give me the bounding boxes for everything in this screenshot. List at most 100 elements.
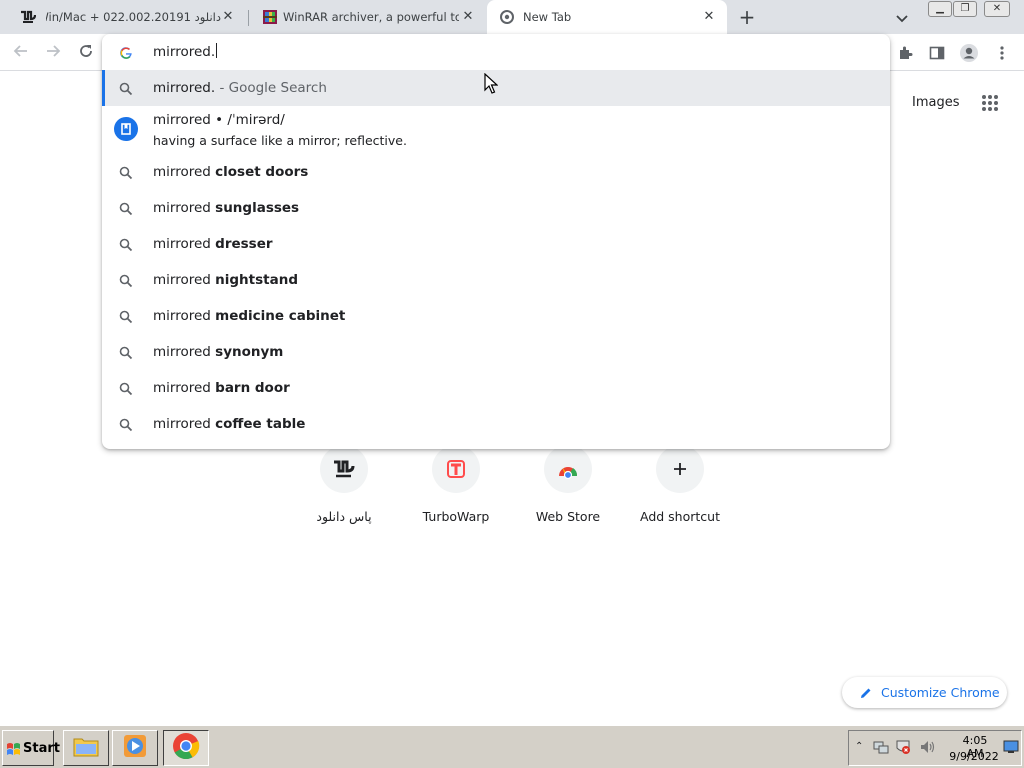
suggestion-completion: dresser (215, 236, 273, 252)
search-icon (119, 81, 133, 96)
system-tray: ⌃ 4:05 AM 9/9/2022 (848, 730, 1022, 766)
profile-avatar-icon[interactable] (958, 42, 980, 64)
search-icon (119, 273, 133, 288)
tab-strip: دانلود XI Win/Mac + 022.002.20191 ✕ WinR… (0, 0, 1024, 34)
taskbar: Start ⌃ 4:05 AM 9/9/2022 (0, 725, 1024, 768)
shortcut-label: TurboWarp (422, 509, 490, 524)
taskbar-explorer[interactable] (63, 730, 109, 766)
search-icon (119, 237, 133, 252)
suggestion-text: mirrored sunglasses (153, 200, 299, 216)
winrar-icon (262, 9, 278, 25)
customize-chrome-button[interactable]: Customize Chrome (842, 677, 1007, 708)
suggestion-item[interactable]: mirrored closet doors (102, 154, 890, 190)
pass-download-logo-icon (20, 9, 36, 25)
folder-icon (72, 734, 100, 762)
forward-arrow-icon[interactable] (42, 42, 64, 64)
security-alert-icon[interactable] (895, 739, 911, 759)
suggestion-text: mirrored dresser (153, 236, 273, 252)
tab-search-chevron-icon[interactable] (895, 9, 913, 25)
dictionary-book-icon (114, 117, 138, 141)
turbowarp-icon (432, 445, 480, 493)
tab-title: دانلود XI Win/Mac + 022.002.20191 (46, 10, 221, 24)
suggestion-prefix: mirrored (153, 416, 216, 432)
screen: دانلود XI Win/Mac + 022.002.20191 ✕ WinR… (0, 0, 1024, 768)
minimize-button[interactable]: ▁ (928, 1, 952, 17)
network-icon[interactable] (873, 739, 889, 759)
suggestion-completion: sunglasses (215, 200, 300, 216)
start-label: Start (23, 741, 60, 756)
pencil-icon (859, 685, 873, 699)
tab-winrar[interactable]: WinRAR archiver, a powerful tool to ✕ (250, 0, 486, 34)
suggestion-text: mirrored medicine cabinet (153, 308, 345, 324)
search-icon (119, 381, 133, 396)
new-tab-button[interactable]: + (737, 7, 757, 27)
tab-separator (248, 10, 249, 26)
suggestion-text: mirrored closet doors (153, 164, 308, 180)
start-button[interactable]: Start (2, 730, 60, 766)
tab-title: New Tab (523, 10, 572, 24)
suggestion-prefix: mirrored (153, 272, 216, 288)
volume-icon[interactable] (919, 739, 937, 759)
show-hidden-icons-icon[interactable]: ⌃ (855, 741, 863, 752)
search-icon (119, 165, 133, 180)
suggestion-suffix: - Google Search (215, 80, 327, 96)
chrome-icon (172, 732, 200, 764)
search-icon (119, 345, 133, 360)
clock-date: 9/9/2022 (949, 750, 999, 763)
shortcut-pass-download[interactable]: پاس دانلود (288, 445, 400, 535)
suggestion-completion: closet doors (215, 164, 309, 180)
search-icon (119, 417, 133, 432)
suggestion-prefix: mirrored (153, 344, 216, 360)
suggestion-item[interactable]: mirrored coffee table (102, 406, 890, 442)
mouse-cursor-icon (484, 72, 499, 95)
images-link[interactable]: Images (912, 95, 960, 110)
plus-icon (656, 445, 704, 493)
suggestion-completion: synonym (215, 344, 284, 360)
suggestion-item[interactable]: mirrored synonym (102, 334, 890, 370)
suggestion-item[interactable]: mirrored nightstand (102, 262, 890, 298)
shortcut-label: Add shortcut (640, 509, 720, 524)
omnibox-dropdown: mirrored. mirrored. - Google Search mirr… (102, 34, 890, 449)
taskbar-chrome[interactable] (163, 730, 209, 766)
suggestion-item[interactable]: mirrored sunglasses (102, 190, 890, 226)
media-player-icon (122, 733, 148, 763)
show-desktop-icon[interactable] (1003, 739, 1019, 759)
suggestion-item[interactable]: mirrored barn door (102, 370, 890, 406)
search-icon (119, 201, 133, 216)
suggestion-prefix: mirrored (153, 236, 216, 252)
close-icon[interactable]: ✕ (220, 9, 236, 25)
restore-button[interactable]: ❐ (953, 1, 977, 17)
dictionary-word: mirrored • /ˈmirərd/ (153, 112, 285, 128)
suggestion-text: mirrored barn door (153, 380, 290, 396)
suggestion-completion: barn door (215, 380, 290, 396)
suggestion-text: mirrored synonym (153, 344, 283, 360)
taskbar-media-player[interactable] (112, 730, 158, 766)
shortcut-add[interactable]: Add shortcut (624, 445, 736, 535)
reload-icon[interactable] (75, 42, 97, 64)
selection-indicator (102, 70, 105, 106)
omnibox-input[interactable]: mirrored. (153, 43, 218, 60)
suggestion-item[interactable]: mirrored medicine cabinet (102, 298, 890, 334)
pass-download-logo-icon (320, 445, 368, 493)
shortcut-label: Web Store (535, 509, 601, 524)
windows-logo-icon (6, 741, 21, 755)
close-icon[interactable]: ✕ (460, 9, 476, 25)
shortcut-turbowarp[interactable]: TurboWarp (400, 445, 512, 535)
menu-kebab-icon[interactable] (991, 42, 1013, 64)
extensions-puzzle-icon[interactable] (895, 42, 917, 64)
apps-grid-icon[interactable] (981, 94, 999, 112)
close-icon[interactable]: ✕ (701, 9, 717, 25)
shortcut-web-store[interactable]: Web Store (512, 445, 624, 535)
suggestion-text: mirrored coffee table (153, 416, 305, 432)
close-window-button[interactable]: ✕ (984, 1, 1010, 17)
suggestion-item[interactable]: mirrored dresser (102, 226, 890, 262)
suggestion-dictionary[interactable]: mirrored • /ˈmirərd/ having a surface li… (102, 106, 890, 154)
tab-pass-download[interactable]: دانلود XI Win/Mac + 022.002.20191 ✕ (0, 0, 246, 34)
omnibox[interactable]: mirrored. (102, 34, 890, 70)
side-panel-icon[interactable] (926, 42, 948, 64)
suggestion-prefix: mirrored (153, 200, 216, 216)
back-arrow-icon[interactable] (10, 42, 32, 64)
shortcut-label: پاس دانلود (316, 509, 372, 524)
tab-new-tab[interactable]: New Tab ✕ (487, 0, 727, 34)
text-caret (216, 43, 218, 58)
